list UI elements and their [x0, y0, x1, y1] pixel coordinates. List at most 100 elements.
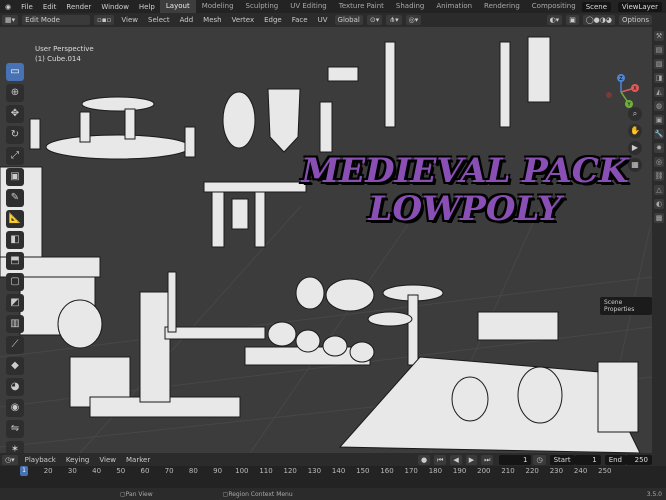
blender-logo-icon[interactable]: ◉ — [0, 3, 16, 11]
particles-tab-icon[interactable]: ✸ — [654, 143, 664, 153]
snap-icon[interactable]: ⋔▾ — [386, 15, 402, 25]
active-object-label: (1) Cube.014 — [35, 55, 81, 63]
timeline-editor-icon[interactable]: ◷▾ — [2, 454, 18, 465]
start-frame-label: Start — [549, 454, 575, 465]
frame-ruler[interactable]: 1020304050607080901001101201301401501601… — [0, 466, 666, 476]
menu-keying[interactable]: Keying — [61, 456, 95, 464]
scene-tab-icon[interactable]: ◭ — [654, 87, 664, 97]
viewport-info: User Perspective (1) Cube.014 — [35, 44, 94, 64]
play-reverse-icon[interactable]: ◀ — [450, 454, 462, 465]
measure-icon[interactable]: 📐 — [6, 210, 24, 228]
annotate-icon[interactable]: ✎ — [6, 189, 24, 207]
transform-orientation[interactable]: Global — [334, 15, 363, 25]
menu-select[interactable]: Select — [143, 16, 175, 24]
menu-render[interactable]: Render — [61, 3, 96, 11]
rotate-icon[interactable]: ↻ — [6, 126, 24, 144]
tab-layout[interactable]: Layout — [159, 0, 196, 13]
viewport-nav-buttons: ⌕ ✋ ▶ ▦ — [628, 107, 646, 175]
menu-mesh[interactable]: Mesh — [198, 16, 226, 24]
scene-selector[interactable]: Scene — [581, 1, 612, 12]
material-tab-icon[interactable]: ◐ — [654, 199, 664, 209]
tab-rendering[interactable]: Rendering — [478, 0, 526, 13]
physics-tab-icon[interactable]: ◎ — [654, 157, 664, 167]
tab-texture-paint[interactable]: Texture Paint — [333, 0, 390, 13]
menu-edge[interactable]: Edge — [259, 16, 287, 24]
viewlayer-selector[interactable]: ViewLayer — [617, 1, 662, 12]
extrude-icon[interactable]: ⬒ — [6, 252, 24, 270]
world-tab-icon[interactable]: ◍ — [654, 101, 664, 111]
texture-tab-icon[interactable]: ▩ — [654, 213, 664, 223]
overlays-icon[interactable]: ◐▾ — [546, 15, 563, 25]
proportional-edit-icon[interactable]: ◎▾ — [405, 15, 422, 25]
preview-range-icon[interactable]: ◷ — [533, 454, 546, 465]
navigation-gizmo[interactable]: X Y Z — [603, 74, 639, 110]
shrink-icon[interactable]: ✶ — [6, 441, 24, 453]
loop-cut-icon[interactable]: ▥ — [6, 315, 24, 333]
render-tab-icon[interactable]: ▤ — [654, 45, 664, 55]
bevel-icon[interactable]: ◩ — [6, 294, 24, 312]
tab-animation[interactable]: Animation — [430, 0, 478, 13]
cursor-icon[interactable]: ⊕ — [6, 84, 24, 102]
constraints-tab-icon[interactable]: ⛓ — [654, 171, 664, 181]
tab-shading[interactable]: Shading — [390, 0, 430, 13]
output-tab-icon[interactable]: ▧ — [654, 59, 664, 69]
options-dropdown[interactable]: Options — [618, 15, 652, 25]
viewport-3d[interactable]: User Perspective (1) Cube.014 ▭ ⊕ ✥ ↻ ⤢ … — [0, 27, 652, 453]
knife-icon[interactable]: ⟋ — [6, 336, 24, 354]
jump-start-icon[interactable]: ⏮ — [434, 454, 447, 465]
move-icon[interactable]: ✥ — [6, 105, 24, 123]
jump-end-icon[interactable]: ⏭ — [481, 454, 494, 465]
pivot-icon[interactable]: ⊙▾ — [366, 15, 383, 25]
menu-file[interactable]: File — [16, 3, 38, 11]
playhead[interactable]: 1 — [20, 466, 28, 476]
grid-icon[interactable]: ▦ — [628, 158, 642, 172]
camera-icon[interactable]: ▶ — [628, 141, 642, 155]
poly-build-icon[interactable]: ◆ — [6, 357, 24, 375]
shading-icons[interactable]: ◯●◑◕ — [582, 15, 615, 25]
frame-tick: 200 — [477, 467, 491, 475]
start-frame-field[interactable]: 1 — [574, 454, 601, 465]
menu-view[interactable]: View — [116, 16, 143, 24]
add-cube-icon[interactable]: ◧ — [6, 231, 24, 249]
menu-marker[interactable]: Marker — [121, 456, 155, 464]
inset-icon[interactable]: ▢ — [6, 273, 24, 291]
edge-slide-icon[interactable]: ⇋ — [6, 420, 24, 438]
menu-uv[interactable]: UV — [313, 16, 333, 24]
play-icon[interactable]: ▶ — [465, 454, 478, 465]
modifier-tab-icon[interactable]: 🔧 — [654, 129, 664, 139]
xray-icon[interactable]: ▣ — [566, 15, 579, 25]
tab-compositing[interactable]: Compositing — [526, 0, 582, 13]
transform-icon[interactable]: ▣ — [6, 168, 24, 186]
menu-window[interactable]: Window — [96, 3, 134, 11]
editor-type-icon[interactable]: ▦▾ — [2, 15, 19, 25]
menu-face[interactable]: Face — [287, 16, 313, 24]
menu-help[interactable]: Help — [134, 3, 160, 11]
spin-icon[interactable]: ◕ — [6, 378, 24, 396]
record-icon[interactable]: ● — [417, 454, 431, 465]
data-tab-icon[interactable]: △ — [654, 185, 664, 195]
mode-selector[interactable]: Edit Mode — [22, 15, 91, 25]
frame-tick: 210 — [501, 467, 515, 475]
scale-icon[interactable]: ⤢ — [6, 147, 24, 165]
frame-tick: 220 — [525, 467, 539, 475]
view-layer-tab-icon[interactable]: ◨ — [654, 73, 664, 83]
menu-edit[interactable]: Edit — [38, 3, 62, 11]
tab-sculpting[interactable]: Sculpting — [240, 0, 285, 13]
end-frame-field[interactable]: 250 — [626, 454, 652, 465]
tab-uv-editing[interactable]: UV Editing — [284, 0, 333, 13]
current-frame-field[interactable]: 1 — [499, 454, 532, 465]
menu-add[interactable]: Add — [175, 16, 199, 24]
timeline-area[interactable]: 1020304050607080901001101201301401501601… — [0, 466, 666, 488]
select-mode-icons[interactable]: ▫▪▫ — [94, 15, 115, 25]
tool-tab-icon[interactable]: ⚒ — [654, 31, 664, 41]
tab-modeling[interactable]: Modeling — [196, 0, 240, 13]
zoom-icon[interactable]: ⌕ — [628, 107, 642, 121]
scene-drawing — [0, 36, 652, 453]
smooth-icon[interactable]: ◉ — [6, 399, 24, 417]
object-tab-icon[interactable]: ▣ — [654, 115, 664, 125]
select-box-icon[interactable]: ▭ — [6, 63, 24, 81]
menu-vertex[interactable]: Vertex — [227, 16, 260, 24]
menu-playback[interactable]: Playback — [20, 456, 61, 464]
hand-pan-icon[interactable]: ✋ — [628, 124, 642, 138]
menu-timeline-view[interactable]: View — [94, 456, 121, 464]
